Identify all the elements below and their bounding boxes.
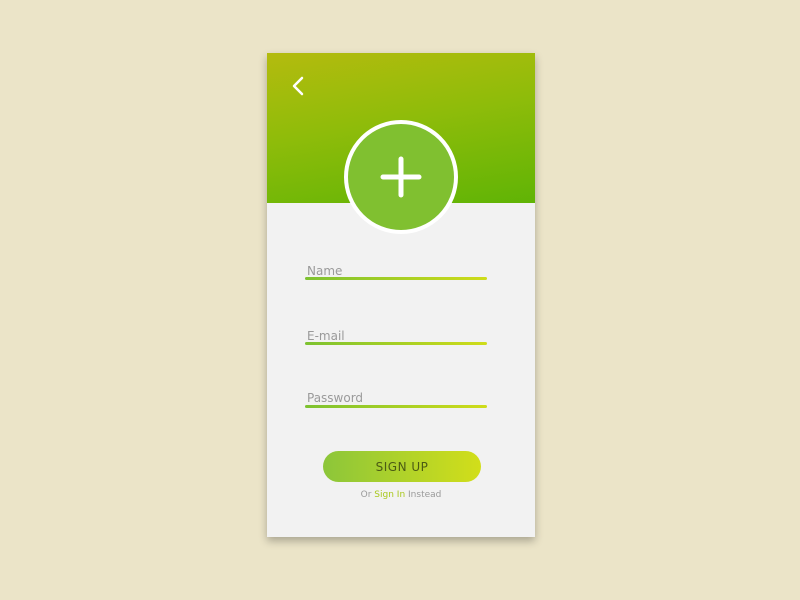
- signin-prefix: Or: [360, 490, 372, 500]
- email-field: [305, 325, 487, 355]
- signup-button[interactable]: SIGN UP: [323, 451, 481, 482]
- signin-link[interactable]: Sign In: [374, 490, 405, 500]
- signin-suffix: Instead: [408, 490, 442, 500]
- email-underline: [305, 342, 487, 345]
- add-photo-button[interactable]: [344, 120, 458, 234]
- name-underline: [305, 277, 487, 280]
- signin-prompt: Or Sign In Instead: [267, 490, 535, 500]
- chevron-left-icon[interactable]: [289, 75, 309, 97]
- password-underline: [305, 405, 487, 408]
- password-field: [305, 387, 487, 417]
- name-field: [305, 260, 487, 290]
- plus-icon: [380, 156, 422, 198]
- signup-card: SIGN UP Or Sign In Instead: [267, 53, 535, 537]
